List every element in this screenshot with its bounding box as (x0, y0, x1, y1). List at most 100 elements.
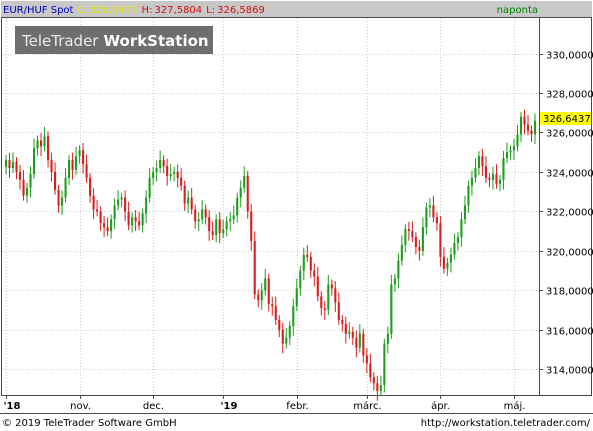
candle-body (50, 160, 53, 172)
candle-body (337, 302, 340, 320)
candle-body (271, 304, 274, 307)
candle-body (439, 223, 442, 257)
watermark-product: WorkStation (103, 32, 208, 50)
candle-body (194, 209, 197, 222)
copyright-text: © 2019 TeleTrader Software GmbH (2, 418, 177, 429)
candle-body (96, 209, 99, 212)
candle-body (491, 173, 495, 180)
candle-body (306, 254, 309, 257)
candle-body (299, 270, 302, 289)
candle-body (176, 171, 179, 178)
candle-body (358, 333, 361, 348)
candle-body (327, 284, 330, 311)
candle-body (187, 197, 190, 204)
candle-body (344, 323, 347, 334)
candle-body (75, 156, 78, 170)
candle-body (449, 254, 452, 263)
candle-body (309, 256, 312, 271)
candle-body (323, 308, 326, 311)
x-tick-label: nov. (70, 401, 91, 412)
high-label: H: (142, 5, 153, 16)
candle-body (348, 331, 351, 334)
candle-body (509, 150, 512, 153)
candle-body (117, 199, 120, 206)
candle (253, 231, 256, 300)
candle-body (204, 209, 207, 218)
y-tick-label: 314,0000 (546, 366, 593, 377)
candle-body (110, 219, 113, 232)
candle-body (159, 160, 162, 169)
candle-body (523, 116, 526, 125)
candle-body (526, 124, 530, 131)
candle-body (106, 227, 109, 232)
candle (383, 338, 386, 393)
candle-body (11, 162, 15, 169)
candle-body (138, 221, 141, 226)
candle-body (278, 319, 281, 330)
candle-body (131, 217, 134, 226)
candle-body (467, 185, 470, 206)
candle-body (397, 260, 400, 279)
candle-body (446, 262, 449, 269)
candle-body (393, 278, 396, 285)
candle-body (533, 120, 537, 135)
candle-body (383, 343, 386, 386)
watermark-text: TeleTrader WorkStation (21, 32, 209, 50)
candle-body (418, 246, 421, 251)
candle-body (274, 306, 277, 320)
candle-body (390, 284, 393, 334)
x-tick-label: '18 (4, 401, 21, 412)
candle-body (495, 173, 498, 184)
candle-body (127, 211, 130, 226)
chart-background (0, 0, 593, 431)
candle-body (166, 166, 169, 176)
candle-body (190, 197, 193, 210)
quote-line: EUR/HUF Spot C: 326,6437 H: 327,5804 L: 326,58… (3, 5, 265, 16)
candle-body (25, 187, 29, 196)
y-tick-label: 316,0000 (546, 327, 593, 338)
candle-body (512, 146, 516, 151)
candle-body (18, 171, 22, 180)
candle-body (64, 177, 67, 198)
watermark: TeleTrader WorkStation (15, 26, 213, 54)
interval-label: naponta (497, 5, 538, 16)
candle-body (425, 207, 428, 228)
candle-body (236, 197, 239, 216)
candle-body (36, 140, 39, 149)
candle-body (285, 337, 288, 344)
candle-body (453, 243, 456, 255)
candle-body (250, 211, 253, 242)
candle-body (4, 160, 8, 168)
candle-body (155, 168, 158, 172)
candle-body (113, 205, 116, 220)
candle-body (253, 241, 256, 295)
candle-body (257, 294, 260, 301)
x-tick-label: dec. (143, 401, 164, 412)
candle-body (264, 278, 267, 291)
candle-body (288, 325, 291, 338)
candle-body (89, 177, 92, 196)
footer-url: http://workstation.teletrader.com/ (421, 418, 591, 429)
candle-body (530, 130, 533, 135)
candle-body (463, 205, 466, 220)
candle-body (295, 288, 298, 307)
candle-body (484, 166, 488, 178)
y-tick-label: 330,0000 (546, 51, 593, 62)
candle-body (435, 217, 438, 224)
candle-body (15, 162, 18, 172)
candle-body (215, 219, 218, 236)
candle-body (85, 164, 88, 178)
candle-body (141, 213, 144, 226)
candle-body (442, 256, 445, 269)
high-value: 327,5804 (154, 5, 202, 16)
candle-body (103, 223, 106, 228)
y-tick-label: 326,0000 (546, 129, 593, 140)
candle-body (292, 306, 295, 326)
candle-body (57, 189, 60, 206)
candle-body (99, 211, 102, 224)
x-tick-label: máj. (504, 400, 526, 412)
low-label: L: (206, 5, 215, 16)
candle-body (229, 219, 232, 222)
candle-body (376, 383, 379, 392)
candle-body (400, 244, 403, 261)
